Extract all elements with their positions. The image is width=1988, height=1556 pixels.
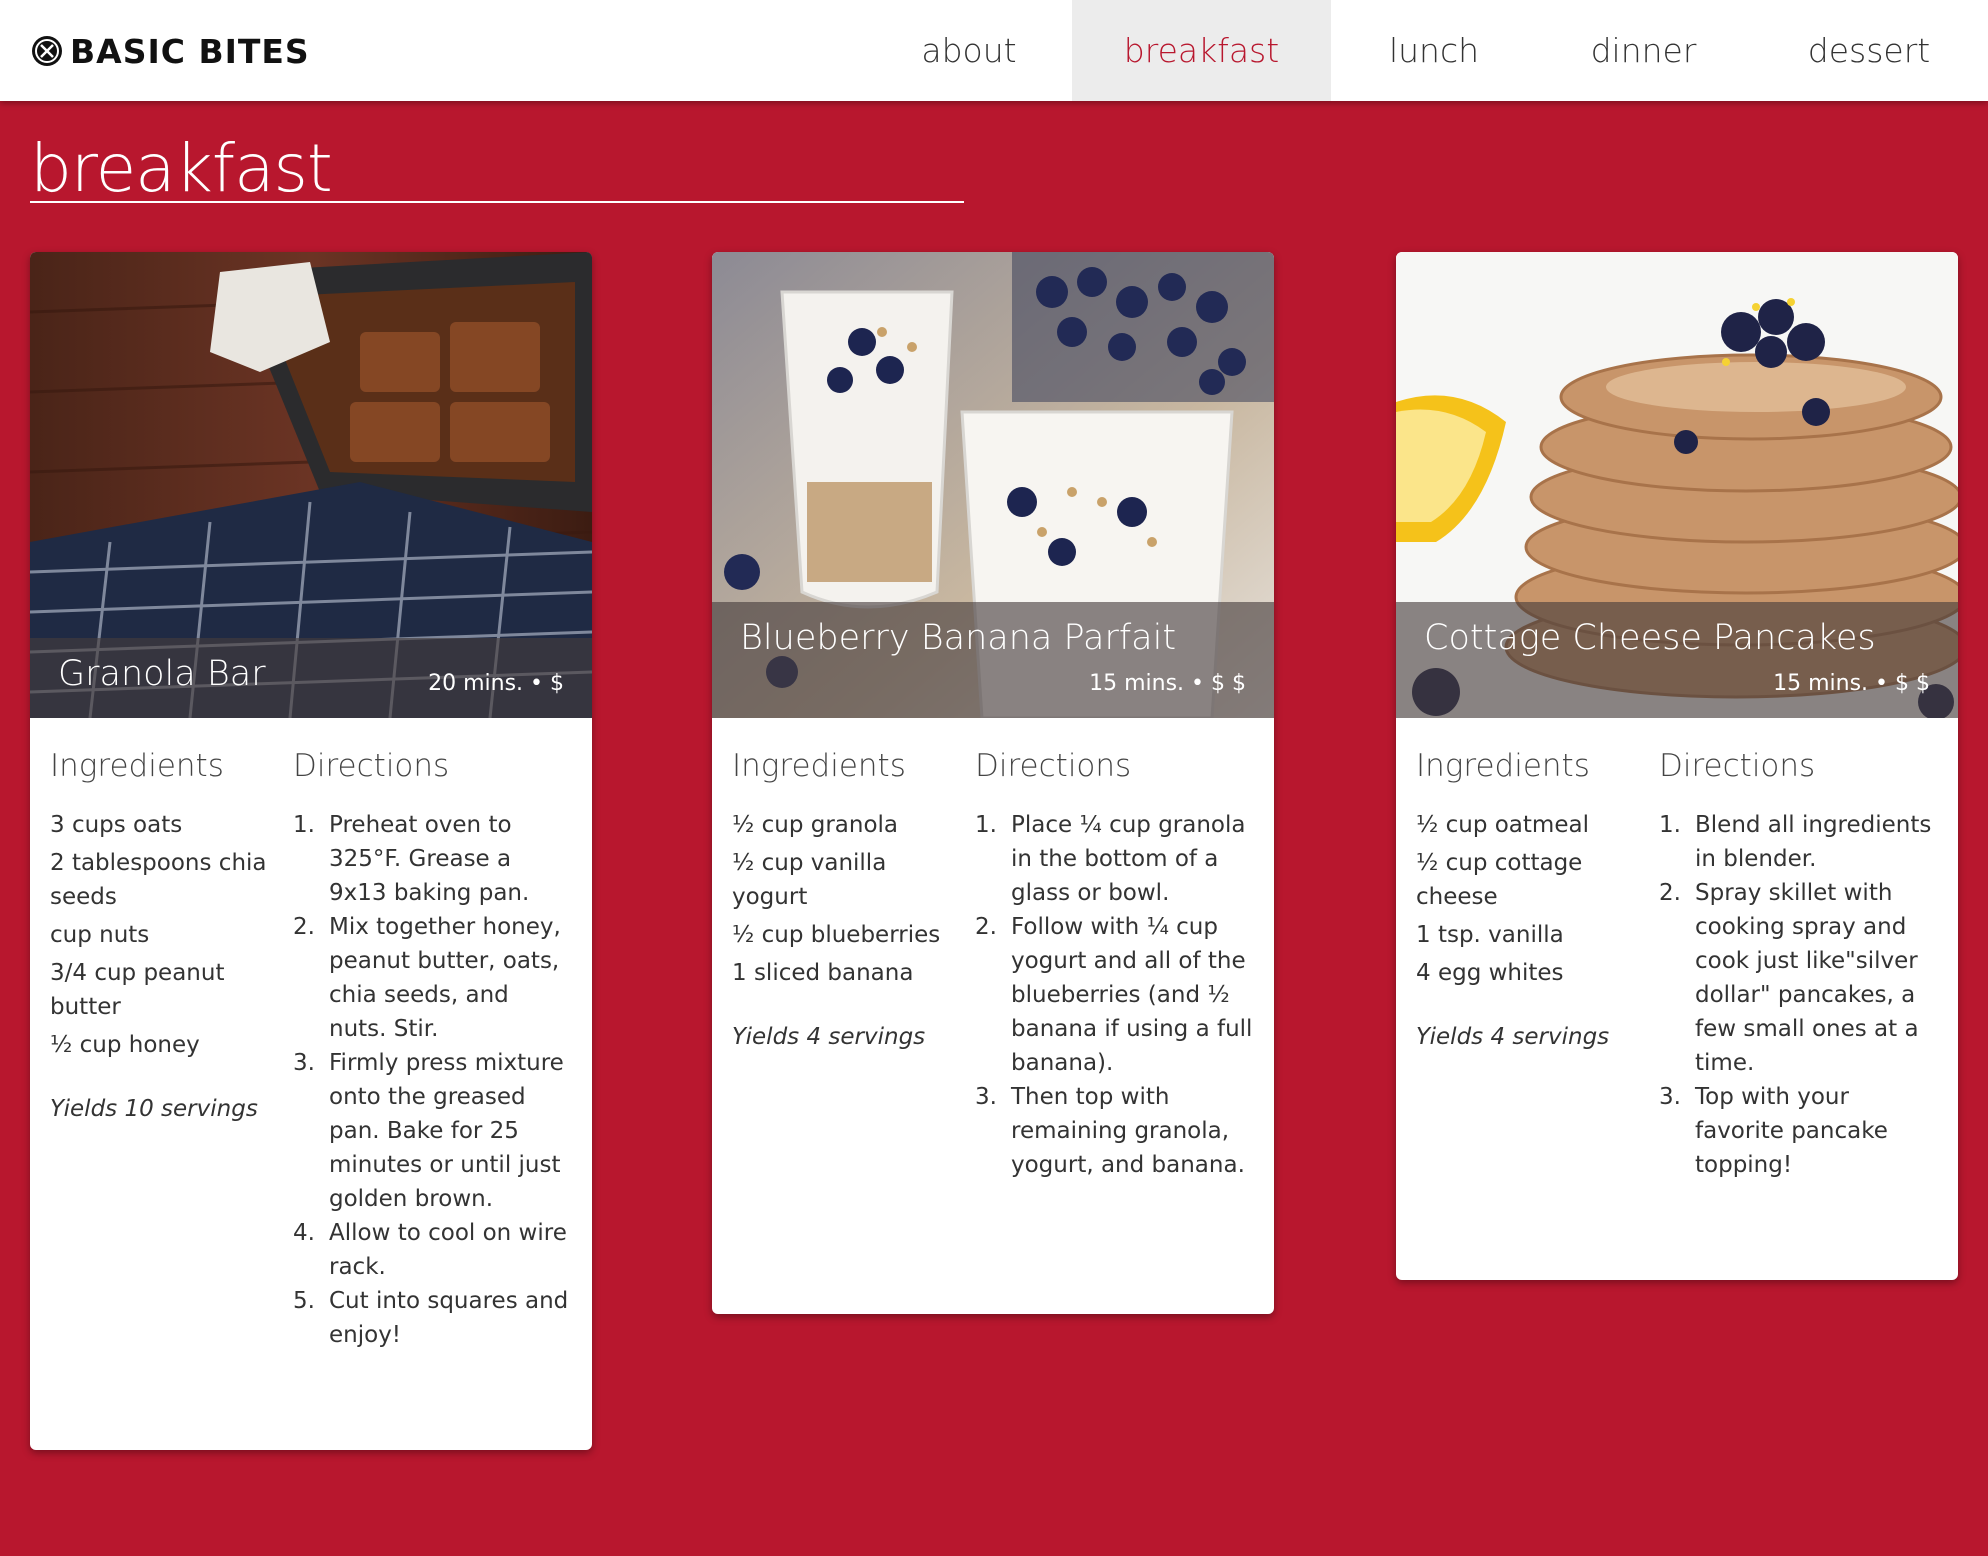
direction-step: 1. Blend all ingredients in blender. [1659,812,1932,872]
ingredient-item: ½ cup oatmeal [1416,812,1589,838]
main-nav: about breakfast lunch dinner dessert [866,0,1988,101]
direction-text: Then top with remaining granola, yogurt,… [1011,1084,1245,1178]
nav-item-breakfast[interactable]: breakfast [1072,0,1331,101]
direction-step: 1. Place ¼ cup granola in the bottom of a… [975,812,1246,906]
recipe-card-granola-bar[interactable]: Granola Bar 20 mins. • $ Ingredients 3 c… [30,252,592,1450]
nav-item-dinner[interactable]: dinner [1537,0,1750,101]
recipe-card-cottage-cheese-pancakes[interactable]: Cottage Cheese Pancakes 15 mins. • $ $ I… [1396,252,1958,1280]
ingredients-heading: Ingredients [1416,748,1590,784]
direction-text: Blend all ingredients in blender. [1695,812,1932,872]
ingredients-column: Ingredients 3 cups oats 2 tablespoons ch… [50,748,270,1126]
nav-item-lunch[interactable]: lunch [1331,0,1537,101]
ingredient-item: 4 egg whites [1416,960,1564,986]
recipe-yield: Yields 4 servings [732,1024,926,1050]
recipe-yield: Yields 10 servings [50,1096,258,1122]
recipe-image: Granola Bar 20 mins. • $ [30,252,592,718]
recipe-caption: Blueberry Banana Parfait 15 mins. • $ $ [712,602,1274,718]
ingredient-item: ½ cup vanilla yogurt [732,850,887,910]
direction-text: Spray skillet with cooking spray and coo… [1695,880,1919,1076]
directions-list: 1. Blend all ingredients in blender. 2. Sp… [1659,808,1939,1182]
direction-step: 1. Preheat oven to 325°F. Grease a 9x13 b… [293,812,530,906]
direction-step: 5. Cut into squares and enjoy! [293,1288,569,1348]
brand-logo[interactable]: BASIC BITES [30,31,310,71]
directions-column: Directions 1. Blend all ingredients in bl… [1659,748,1939,1182]
directions-heading: Directions [1659,748,1816,784]
directions-list: 1. Preheat oven to 325°F. Grease a 9x13 b… [293,808,573,1352]
ingredient-item: ½ cup blueberries [732,922,941,948]
direction-text: Allow to cool on wire rack. [329,1220,567,1280]
recipe-title[interactable]: Granola Bar [58,654,266,694]
direction-text: Preheat oven to 325°F. Grease a 9x13 bak… [329,812,530,906]
recipe-meta: 15 mins. • $ $ [1773,671,1930,696]
ingredient-item: 3 cups oats [50,812,183,838]
ingredients-list: ½ cup granola ½ cup vanilla yogurt ½ cup… [732,808,952,990]
ingredient-item: 1 tsp. vanilla [1416,922,1564,948]
direction-text: Mix together honey, peanut butter, oats,… [329,914,561,1042]
recipe-title[interactable]: Cottage Cheese Pancakes [1424,618,1876,658]
fork-knife-logo-icon [32,36,62,66]
recipe-meta: 15 mins. • $ $ [1089,671,1246,696]
recipe-image: Cottage Cheese Pancakes 15 mins. • $ $ [1396,252,1958,718]
recipe-card-blueberry-banana-parfait[interactable]: Blueberry Banana Parfait 15 mins. • $ $ … [712,252,1274,1314]
ingredient-item: ½ cup honey [50,1032,200,1058]
directions-column: Directions 1. Preheat oven to 325°F. Grea… [293,748,573,1352]
direction-text: Cut into squares and enjoy! [329,1288,569,1348]
ingredient-item: cup nuts [50,922,150,948]
recipe-title[interactable]: Blueberry Banana Parfait [740,618,1176,658]
direction-text: Top with your favorite pancake topping! [1695,1084,1888,1178]
brand-name: BASIC BITES [70,31,310,71]
ingredients-heading: Ingredients [732,748,906,784]
ingredients-list: ½ cup oatmeal ½ cup cottage cheese 1 tsp… [1416,808,1636,990]
direction-text: Place ¼ cup granola in the bottom of a g… [1011,812,1246,906]
directions-list: 1. Place ¼ cup granola in the bottom of a… [975,808,1255,1182]
ingredients-column: Ingredients ½ cup granola ½ cup vanilla … [732,748,952,1054]
nav-item-about[interactable]: about [866,0,1072,101]
nav-item-dessert[interactable]: dessert [1750,0,1988,101]
direction-step: 3. Top with your favorite pancake topping… [1659,1084,1888,1178]
direction-text: Follow with ¼ cup yogurt and all of the … [1011,914,1253,1076]
recipe-caption: Cottage Cheese Pancakes 15 mins. • $ $ [1396,602,1958,718]
direction-text: Firmly press mixture onto the greased pa… [329,1050,564,1212]
direction-step: 2. Spray skillet with cooking spray and c… [1659,880,1919,1076]
ingredients-list: 3 cups oats 2 tablespoons chia seeds cup… [50,808,270,1062]
recipe-yield: Yields 4 servings [1416,1024,1610,1050]
title-underline [30,201,964,203]
page-title: breakfast [30,130,333,207]
site-header: BASIC BITES about breakfast lunch dinner… [0,0,1988,101]
direction-step: 3. Firmly press mixture onto the greased … [293,1050,564,1212]
recipe-meta: 20 mins. • $ [428,671,564,696]
ingredients-heading: Ingredients [50,748,224,784]
direction-step: 2. Follow with ¼ cup yogurt and all of th… [975,914,1253,1076]
direction-step: 3. Then top with remaining granola, yogur… [975,1084,1245,1178]
recipe-caption: Granola Bar 20 mins. • $ [30,638,592,718]
directions-heading: Directions [975,748,1132,784]
recipe-image: Blueberry Banana Parfait 15 mins. • $ $ [712,252,1274,718]
ingredient-item: ½ cup granola [732,812,899,838]
ingredient-item: 1 sliced banana [732,960,914,986]
ingredient-item: 3/4 cup peanut butter [50,960,225,1020]
direction-step: 2. Mix together honey, peanut butter, oat… [293,914,561,1042]
direction-step: 4. Allow to cool on wire rack. [293,1220,567,1280]
ingredient-item: 2 tablespoons chia seeds [50,850,267,910]
ingredients-column: Ingredients ½ cup oatmeal ½ cup cottage … [1416,748,1636,1054]
directions-heading: Directions [293,748,450,784]
directions-column: Directions 1. Place ¼ cup granola in the … [975,748,1255,1182]
ingredient-item: ½ cup cottage cheese [1416,850,1583,910]
